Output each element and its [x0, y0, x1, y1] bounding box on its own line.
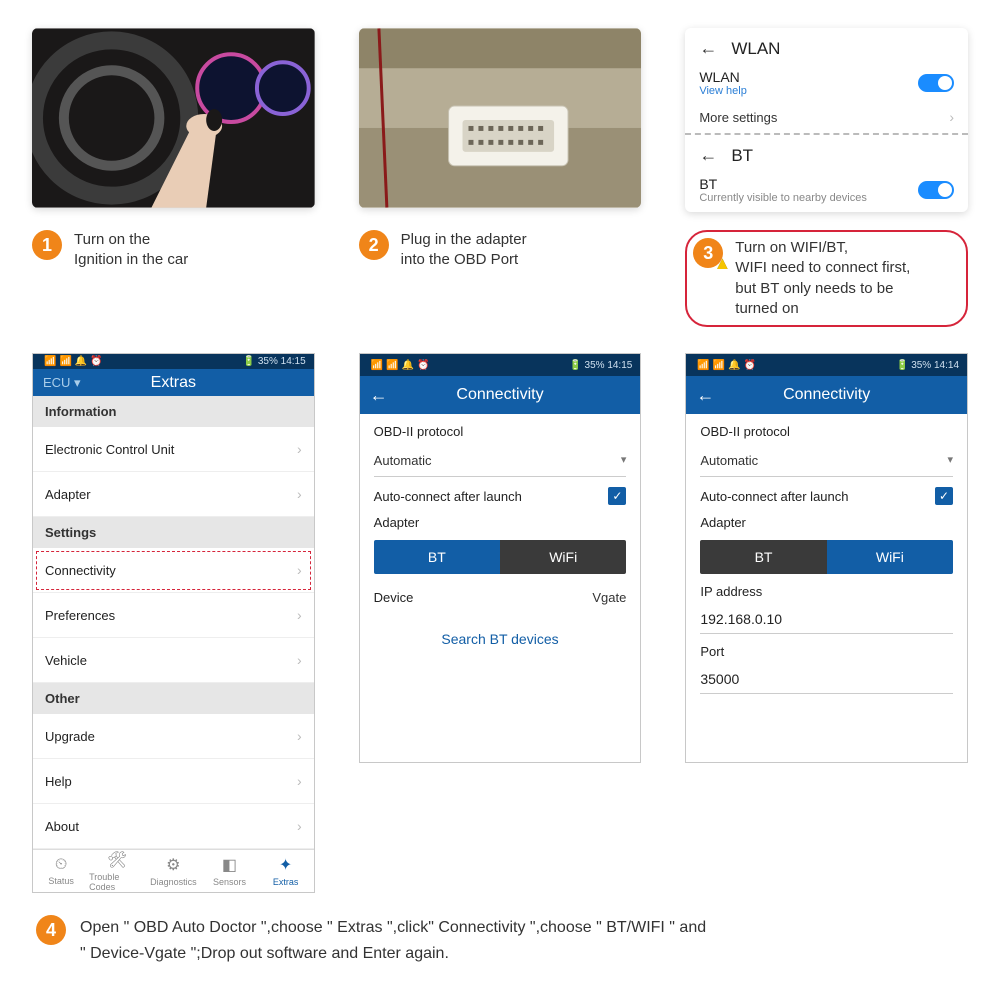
chevron-right-icon: › [297, 728, 302, 744]
tab-status[interactable]: ⏲Status [33, 850, 89, 892]
wlan-more-settings[interactable]: More settings › [699, 99, 954, 127]
status-bar: 📶📶🔔⏰ 🔋 35% 14:15 [33, 354, 314, 369]
step-number: 4 [36, 915, 66, 945]
ip-input[interactable]: 192.168.0.10 [700, 609, 953, 634]
seg-wifi[interactable]: WiFi [827, 540, 953, 574]
chevron-right-icon: › [297, 486, 302, 502]
autoconnect-checkbox[interactable]: ✓ [608, 487, 626, 505]
step-number: 1 [32, 230, 62, 260]
port-label: Port [700, 644, 953, 659]
step-2: 2 Plug in the adapter into the OBD Port [359, 230, 642, 271]
tab-extras[interactable]: ✦Extras [258, 850, 314, 892]
step-text: Plug in the adapter into the OBD Port [401, 230, 527, 271]
protocol-label: OBD-II protocol [374, 424, 627, 439]
chevron-right-icon: › [297, 773, 302, 789]
item-about[interactable]: About› [33, 804, 314, 849]
phone-extras: 📶📶🔔⏰ 🔋 35% 14:15 ECU ▾ Extras Informatio… [32, 353, 315, 893]
chevron-right-icon: › [297, 441, 302, 457]
step-4: 4 Open " OBD Auto Doctor ",choose " Extr… [32, 915, 968, 966]
step-number: 3 [693, 238, 723, 268]
page-title: Extras [33, 374, 314, 392]
tab-trouble-codes[interactable]: 🛠Trouble Codes [89, 850, 145, 892]
port-input[interactable]: 35000 [700, 669, 953, 694]
item-adapter[interactable]: Adapter› [33, 472, 314, 517]
chevron-down-icon: ▾ [947, 453, 953, 468]
app-bar: ← Connectivity [360, 376, 641, 414]
seg-bt[interactable]: BT [374, 540, 500, 574]
chevron-right-icon: › [297, 818, 302, 834]
bottom-nav: ⏲Status 🛠Trouble Codes ⚙Diagnostics ◧Sen… [33, 849, 314, 892]
page-title: Connectivity [360, 386, 641, 404]
chevron-right-icon: › [297, 607, 302, 623]
adapter-label: Adapter [374, 515, 627, 530]
autoconnect-label: Auto-connect after launch [374, 489, 522, 504]
step-text: Open " OBD Auto Doctor ",choose " Extras… [80, 915, 706, 966]
app-bar: ← Connectivity [686, 376, 967, 414]
item-ecu[interactable]: Electronic Control Unit› [33, 427, 314, 472]
step-1: 1 Turn on the Ignition in the car [32, 230, 315, 271]
wlan-label: WLAN [699, 69, 747, 85]
protocol-label: OBD-II protocol [700, 424, 953, 439]
back-icon[interactable]: ← [699, 145, 717, 166]
phone-connectivity-wifi: 📶📶🔔⏰ 🔋 35% 14:14 ← Connectivity OBD-II p… [685, 353, 968, 763]
item-help[interactable]: Help› [33, 759, 314, 804]
adapter-label: Adapter [700, 515, 953, 530]
chevron-right-icon: › [297, 652, 302, 668]
seg-wifi[interactable]: WiFi [500, 540, 626, 574]
step-text: Turn on the Ignition in the car [74, 230, 188, 271]
ignition-photo [32, 28, 315, 208]
search-bt-devices-button[interactable]: Search BT devices [374, 621, 627, 657]
device-value: Vgate [592, 590, 626, 605]
autoconnect-checkbox[interactable]: ✓ [935, 487, 953, 505]
step-3: 3 Turn on WIFI/BT, WIFI need to connect … [685, 230, 968, 327]
bt-title: BT [731, 146, 753, 166]
adapter-segmented: BT WiFi [374, 540, 627, 574]
status-bar: 📶📶🔔⏰ 🔋 35% 14:15 [360, 354, 641, 376]
tab-sensors[interactable]: ◧Sensors [201, 850, 257, 892]
seg-bt[interactable]: BT [700, 540, 826, 574]
section-information: Information [33, 396, 314, 427]
bt-label: BT [699, 176, 867, 192]
phone-connectivity-bt: 📶📶🔔⏰ 🔋 35% 14:15 ← Connectivity OBD-II p… [359, 353, 642, 763]
item-connectivity[interactable]: Connectivity› [33, 548, 314, 593]
item-preferences[interactable]: Preferences› [33, 593, 314, 638]
obd-port-photo [359, 28, 642, 208]
step-number: 2 [359, 230, 389, 260]
item-upgrade[interactable]: Upgrade› [33, 714, 314, 759]
ip-label: IP address [700, 584, 953, 599]
more-settings-label: More settings [699, 110, 777, 125]
tab-diagnostics[interactable]: ⚙Diagnostics [145, 850, 201, 892]
status-bar: 📶📶🔔⏰ 🔋 35% 14:14 [686, 354, 967, 376]
page-title: Connectivity [686, 386, 967, 404]
chevron-down-icon: ▾ [621, 453, 627, 468]
bt-sublabel: Currently visible to nearby devices [699, 192, 867, 204]
step-text: Turn on WIFI/BT, WIFI need to connect fi… [735, 238, 910, 319]
section-settings: Settings [33, 517, 314, 548]
adapter-segmented: BT WiFi [700, 540, 953, 574]
autoconnect-label: Auto-connect after launch [700, 489, 848, 504]
bt-toggle[interactable] [918, 181, 954, 199]
section-other: Other [33, 683, 314, 714]
protocol-dropdown[interactable]: Automatic▾ [700, 449, 953, 477]
wlan-title: WLAN [731, 39, 780, 59]
device-label: Device [374, 590, 414, 605]
back-icon[interactable]: ← [699, 38, 717, 59]
wifi-bt-settings-card: ← WLAN WLAN View help More settings › ← BT… [685, 28, 968, 212]
chevron-right-icon: › [949, 109, 954, 125]
item-vehicle[interactable]: Vehicle› [33, 638, 314, 683]
app-bar: ECU ▾ Extras [33, 369, 314, 396]
wlan-toggle[interactable] [918, 74, 954, 92]
chevron-right-icon: › [297, 562, 302, 578]
wlan-help-link[interactable]: View help [699, 85, 747, 97]
protocol-dropdown[interactable]: Automatic▾ [374, 449, 627, 477]
